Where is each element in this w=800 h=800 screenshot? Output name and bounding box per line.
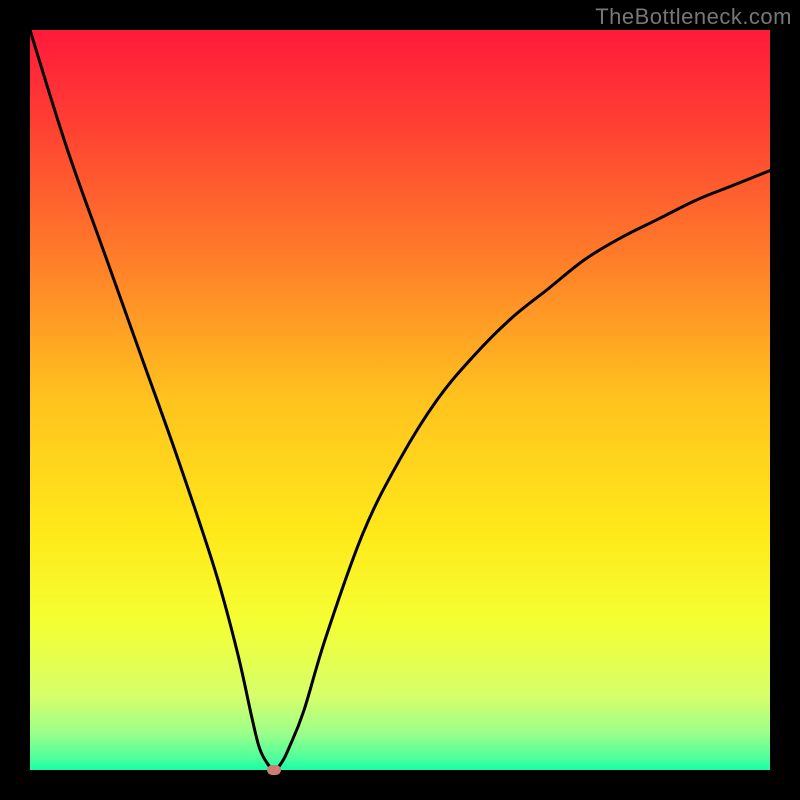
bottleneck-curve — [30, 30, 770, 770]
curve-svg — [30, 30, 770, 770]
watermark-text: TheBottleneck.com — [595, 4, 792, 30]
plot-area — [30, 30, 770, 770]
optimal-point-marker — [267, 765, 281, 775]
chart-frame: TheBottleneck.com — [0, 0, 800, 800]
